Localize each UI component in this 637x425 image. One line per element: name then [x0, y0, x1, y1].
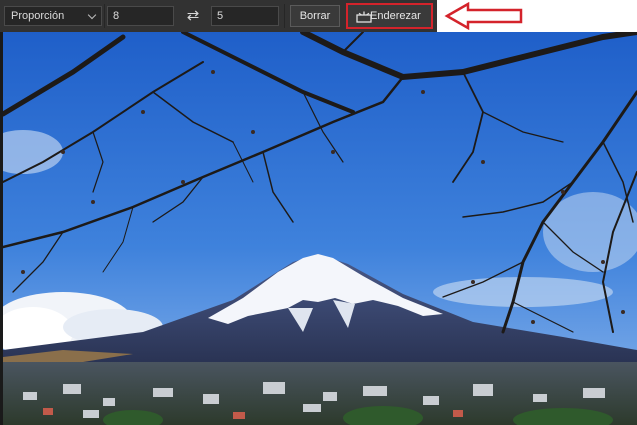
red-arrow-icon	[444, 2, 523, 30]
straighten-label: Enderezar	[370, 10, 421, 22]
separator	[104, 4, 105, 28]
width-input[interactable]: 8	[107, 6, 174, 26]
aspect-ratio-label: Proporción	[11, 10, 65, 22]
straighten-button[interactable]: Enderezar	[346, 3, 433, 29]
level-icon	[356, 11, 372, 23]
aspect-ratio-dropdown[interactable]: Proporción	[4, 6, 102, 26]
photo-canvas[interactable]	[0, 32, 637, 425]
mountain-photo	[3, 32, 637, 425]
clear-button[interactable]: Borrar	[290, 5, 340, 27]
swap-arrows-icon[interactable]: ⇄	[184, 7, 202, 25]
separator	[284, 4, 285, 28]
options-bar: Proporción 8 ⇄ 5 Borrar Enderezar	[0, 0, 437, 32]
chevron-down-icon	[87, 10, 97, 20]
height-input[interactable]: 5	[211, 6, 279, 26]
